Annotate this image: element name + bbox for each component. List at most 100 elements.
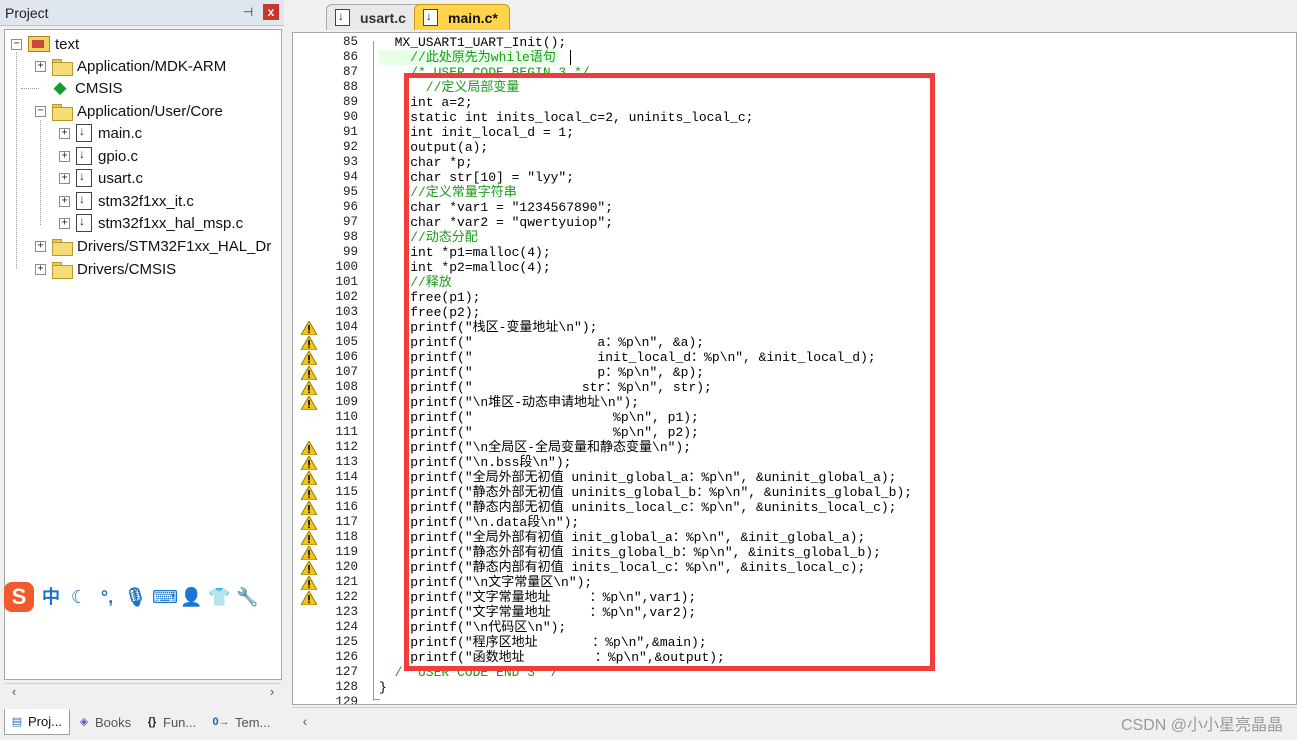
tree-item-usart-c[interactable]: + usart.c: [59, 167, 143, 189]
expand-icon[interactable]: +: [59, 217, 70, 229]
warning-icon[interactable]: [301, 486, 317, 500]
line-number: 108: [335, 380, 358, 394]
tab-label: Books: [95, 714, 132, 730]
line-number: 96: [342, 200, 358, 214]
tree-item-label: usart.c: [98, 169, 144, 187]
tab-label: usart.c: [360, 9, 406, 26]
line-number: 125: [335, 635, 358, 649]
editor-horizontal-scrollbar[interactable]: ‹ CSDN @小小星亮晶晶: [292, 707, 1297, 735]
tree-item-label: Application/User/Core: [77, 102, 223, 120]
line-number: 126: [335, 650, 358, 664]
tree-item-stm32f1xx-hal-msp-c[interactable]: + stm32f1xx_hal_msp.c: [59, 212, 243, 234]
line-number: 98: [342, 230, 358, 244]
line-number: 115: [335, 485, 358, 499]
sogou-ime-logo[interactable]: S: [4, 582, 34, 612]
text-cursor: [570, 50, 571, 65]
tab-usart-c[interactable]: usart.c: [326, 4, 424, 30]
warning-icon[interactable]: [301, 531, 317, 545]
line-number: 93: [342, 155, 358, 169]
tree-item-project-root[interactable]: − text: [11, 33, 79, 55]
line-number: 101: [335, 275, 358, 289]
expand-icon[interactable]: +: [59, 172, 70, 184]
wrench-icon[interactable]: 🔧: [236, 586, 258, 608]
warning-icon[interactable]: [301, 366, 317, 380]
file-icon: [76, 169, 92, 187]
moon-icon[interactable]: ☾: [68, 586, 90, 608]
warning-icon[interactable]: [301, 516, 317, 530]
code-line[interactable]: MX_USART1_UART_Init();: [379, 35, 567, 50]
tree-item-drivers-cmsis[interactable]: + Drivers/CMSIS: [35, 258, 176, 280]
tab-project[interactable]: ▤ Proj...: [4, 709, 70, 735]
warning-icon[interactable]: [301, 381, 317, 395]
tab-functions[interactable]: {} Fun...: [140, 709, 206, 735]
expand-icon[interactable]: +: [35, 240, 46, 252]
keyboard-icon[interactable]: ⌨: [152, 586, 178, 608]
collapse-icon[interactable]: −: [35, 105, 46, 117]
tab-books[interactable]: ◈ Books: [72, 709, 138, 735]
microphone-icon[interactable]: 🎙: [124, 586, 147, 608]
pin-icon[interactable]: ⊣: [240, 4, 256, 20]
warning-icon[interactable]: [301, 576, 317, 590]
expand-icon[interactable]: +: [35, 263, 46, 275]
folder-icon: [52, 103, 73, 121]
warning-icon[interactable]: [301, 591, 317, 605]
tree-item-label: gpio.c: [98, 147, 139, 165]
line-number: 123: [335, 605, 358, 619]
warning-icon[interactable]: [301, 321, 317, 335]
tab-main-c[interactable]: main.c*: [414, 4, 510, 30]
tree-item-application-user-core[interactable]: − Application/User/Core: [35, 100, 223, 122]
warning-icon[interactable]: [301, 441, 317, 455]
punctuation-icon[interactable]: °,: [96, 586, 118, 608]
fold-guide-line: [373, 41, 374, 701]
tree-item-application-mdk-arm[interactable]: + Application/MDK-ARM: [35, 55, 226, 77]
file-icon: [76, 214, 92, 232]
warning-icon[interactable]: [301, 456, 317, 470]
warning-icon[interactable]: [301, 471, 317, 485]
warning-icon[interactable]: [301, 351, 317, 365]
scroll-left-icon[interactable]: ‹: [297, 713, 313, 729]
line-number: 129: [335, 695, 358, 705]
expand-icon[interactable]: +: [59, 127, 70, 139]
tree-item-gpio-c[interactable]: + gpio.c: [59, 145, 138, 167]
line-number: 102: [335, 290, 358, 304]
tree-horizontal-scrollbar[interactable]: ‹ ›: [5, 683, 281, 700]
code-editor[interactable]: 85 86 87 88 89 90 91 92 93 94 95 96 97 98 99 100 101 102 1…: [292, 32, 1297, 705]
line-number: 88: [342, 80, 358, 94]
expand-icon[interactable]: +: [59, 195, 70, 207]
line-number: 116: [335, 500, 358, 514]
warning-icon[interactable]: [301, 396, 317, 410]
expand-icon[interactable]: +: [59, 150, 70, 162]
tree-item-cmsis[interactable]: ◆ CMSIS: [35, 77, 122, 99]
warning-icon[interactable]: [301, 501, 317, 515]
tree-item-stm32f1xx-it-c[interactable]: + stm32f1xx_it.c: [59, 190, 194, 212]
close-icon[interactable]: x: [263, 4, 279, 20]
editor-tab-bar: usart.c main.c*: [290, 0, 1297, 32]
tree-item-drivers-hal[interactable]: + Drivers/STM32F1xx_HAL_Dr: [35, 235, 271, 257]
code-line[interactable]: //此处原先为while语句: [379, 50, 556, 65]
scroll-right-icon[interactable]: ›: [265, 684, 279, 700]
tree-item-label: stm32f1xx_hal_msp.c: [98, 214, 244, 232]
expand-icon[interactable]: +: [35, 60, 46, 72]
warning-icon[interactable]: [301, 336, 317, 350]
tree-item-main-c[interactable]: + main.c: [59, 122, 142, 144]
line-number: 110: [335, 410, 358, 424]
scroll-left-icon[interactable]: ‹: [7, 684, 21, 700]
line-number: 112: [335, 440, 358, 454]
warning-icon[interactable]: [301, 561, 317, 575]
warning-icon[interactable]: [301, 546, 317, 560]
ime-toolbar: S 中 ☾ °, 🎙 ⌨ 👤 👕 🔧: [4, 582, 258, 612]
skin-icon[interactable]: 👕: [208, 586, 230, 608]
collapse-icon[interactable]: −: [11, 38, 22, 50]
code-line[interactable]: }: [379, 680, 387, 695]
line-number: 122: [335, 590, 358, 604]
line-number: 94: [342, 170, 358, 184]
user-icon[interactable]: 👤: [180, 586, 202, 608]
tree-item-label: Application/MDK-ARM: [77, 57, 227, 75]
editor-area: usart.c main.c* 858687888990919293949596…: [290, 0, 1297, 740]
tab-templates[interactable]: 0→ Tem...: [206, 709, 280, 735]
chinese-mode-icon[interactable]: 中: [40, 586, 62, 608]
annotation-highlight-box: [404, 73, 935, 671]
folder-icon: [52, 58, 73, 76]
line-number: 86: [342, 50, 358, 64]
